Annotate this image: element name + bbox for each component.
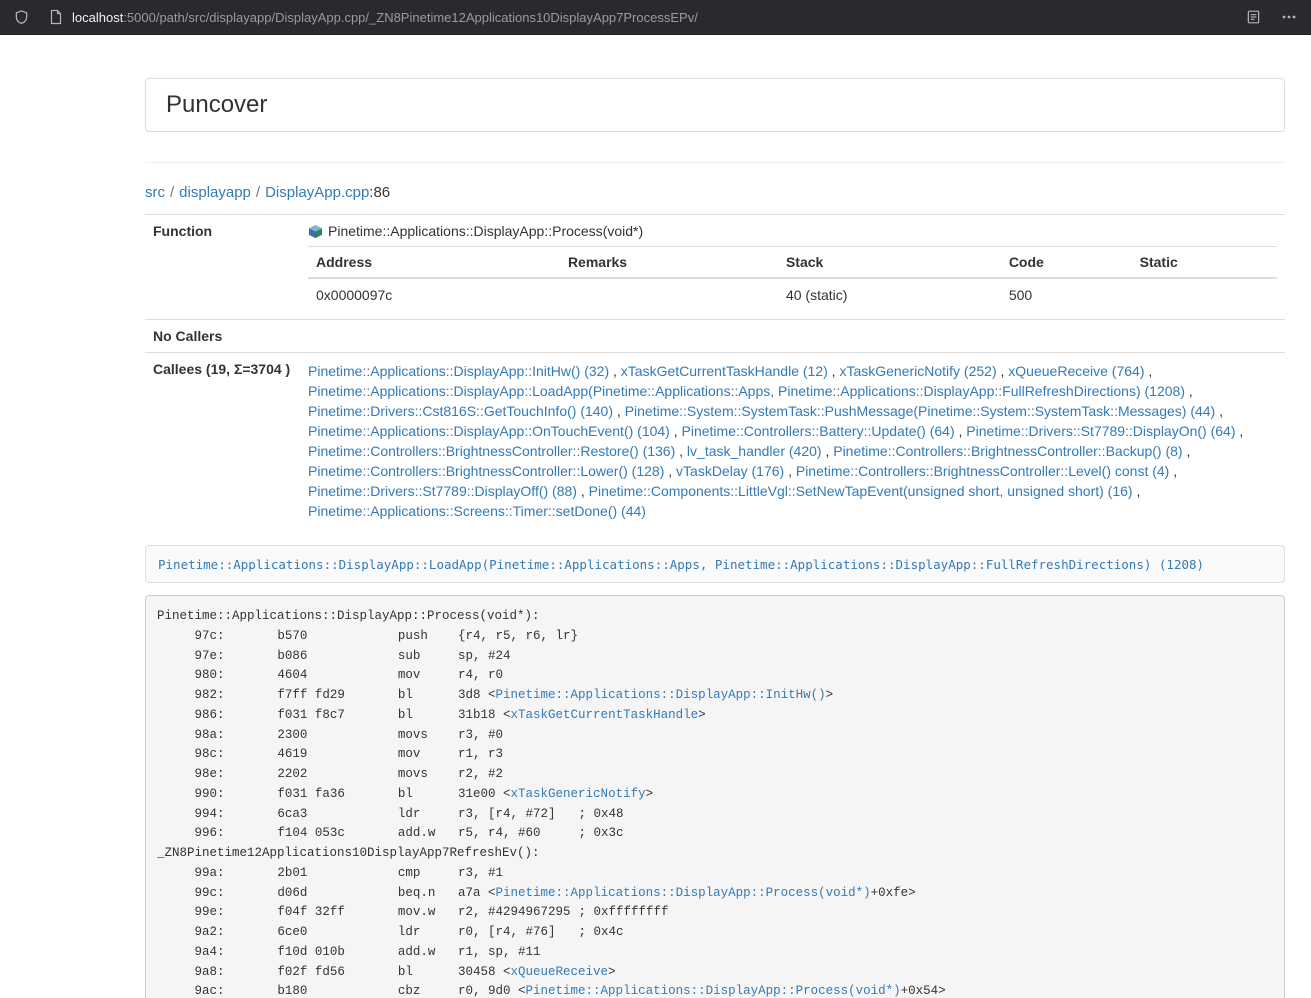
- callee-link[interactable]: Pinetime::Applications::Screens::Timer::…: [308, 503, 646, 519]
- col-remarks: Remarks: [560, 247, 778, 279]
- breadcrumb: src / displayapp / DisplayApp.cpp:86: [145, 184, 1285, 201]
- callee-separator: ,: [613, 403, 625, 419]
- col-code: Code: [1001, 247, 1132, 279]
- callee-link[interactable]: Pinetime::Drivers::St7789::DisplayOff() …: [308, 483, 577, 499]
- callee-link[interactable]: lv_task_handler (420): [687, 443, 822, 459]
- line-number: :86: [369, 184, 390, 201]
- table-row: 0x0000097c 40 (static) 500: [308, 278, 1277, 311]
- no-callers-row: No Callers: [145, 320, 1285, 353]
- callee-link[interactable]: Pinetime::Drivers::St7789::DisplayOn() (…: [966, 423, 1235, 439]
- disassembly-content: Pinetime::Applications::DisplayApp::Proc…: [157, 609, 946, 998]
- callee-separator: ,: [822, 443, 834, 459]
- function-row: Function Pinetime::Applications::Display…: [145, 215, 1285, 320]
- breadcrumb-separator: /: [256, 184, 260, 201]
- page-title: Puncover: [166, 91, 267, 118]
- callee-link[interactable]: vTaskDelay (176): [676, 463, 784, 479]
- callee-link[interactable]: xTaskGetCurrentTaskHandle (12): [621, 363, 828, 379]
- highlighted-callee-link[interactable]: Pinetime::Applications::DisplayApp::Load…: [158, 557, 1204, 572]
- callee-link[interactable]: Pinetime::Applications::DisplayApp::Init…: [308, 363, 609, 379]
- callees-label: Callees (19, Σ=3704 ): [145, 353, 300, 530]
- col-static: Static: [1132, 247, 1277, 279]
- callee-separator: ,: [675, 443, 687, 459]
- function-name: Pinetime::Applications::DisplayApp::Proc…: [328, 223, 643, 239]
- callee-link[interactable]: Pinetime::System::SystemTask::PushMessag…: [625, 403, 1216, 419]
- callee-link[interactable]: xQueueReceive (764): [1008, 363, 1144, 379]
- section-divider: [145, 162, 1285, 163]
- function-table: Function Pinetime::Applications::Display…: [145, 214, 1285, 529]
- callee-separator: ,: [1144, 363, 1152, 379]
- static-cell: [1132, 278, 1277, 311]
- stack-cell: 40 (static): [778, 278, 1001, 311]
- breadcrumb-link-src[interactable]: src: [145, 184, 165, 201]
- callee-separator: ,: [828, 363, 840, 379]
- code-cell: 500: [1001, 278, 1132, 311]
- disassembly-code-block: Pinetime::Applications::DisplayApp::Proc…: [145, 595, 1285, 998]
- callee-separator: ,: [664, 463, 676, 479]
- callee-link[interactable]: Pinetime::Drivers::Cst816S::GetTouchInfo…: [308, 403, 613, 419]
- callee-separator: ,: [997, 363, 1009, 379]
- details-header-row: Address Remarks Stack Code Static: [308, 247, 1277, 279]
- code-symbol-link[interactable]: xQueueReceive: [511, 965, 609, 979]
- callee-separator: ,: [1215, 403, 1223, 419]
- callee-separator: ,: [577, 483, 589, 499]
- callee-separator: ,: [1183, 443, 1191, 459]
- callees-list: Pinetime::Applications::DisplayApp::Init…: [300, 353, 1285, 530]
- code-symbol-link[interactable]: Pinetime::Applications::DisplayApp::Proc…: [496, 886, 871, 900]
- callee-separator: ,: [1236, 423, 1244, 439]
- callee-link[interactable]: Pinetime::Applications::DisplayApp::Load…: [308, 383, 1185, 399]
- col-address: Address: [308, 247, 560, 279]
- url-path: :5000/path/src/displayapp/DisplayApp.cpp…: [123, 10, 698, 25]
- breadcrumb-link-displayapp[interactable]: displayapp: [179, 184, 251, 201]
- callee-link[interactable]: Pinetime::Controllers::BrightnessControl…: [308, 443, 675, 459]
- url-bar[interactable]: localhost:5000/path/src/displayapp/Displ…: [49, 9, 1236, 25]
- callee-separator: ,: [1185, 383, 1193, 399]
- address-cell: 0x0000097c: [308, 278, 560, 311]
- page-title-panel: Puncover: [145, 78, 1285, 132]
- page-icon: [49, 9, 63, 25]
- function-icon: [308, 224, 323, 239]
- callees-row: Callees (19, Σ=3704 ) Pinetime::Applicat…: [145, 353, 1285, 530]
- callee-link[interactable]: Pinetime::Components::LittleVgl::SetNewT…: [589, 483, 1133, 499]
- callee-link[interactable]: Pinetime::Controllers::BrightnessControl…: [796, 463, 1169, 479]
- callee-separator: ,: [1133, 483, 1141, 499]
- callers-cell: [300, 320, 1285, 353]
- code-symbol-link[interactable]: xTaskGetCurrentTaskHandle: [511, 708, 699, 722]
- menu-ellipsis-icon[interactable]: [1281, 9, 1297, 25]
- code-symbol-link[interactable]: xTaskGenericNotify: [511, 787, 646, 801]
- code-symbol-link[interactable]: Pinetime::Applications::DisplayApp::Init…: [496, 688, 826, 702]
- shield-icon[interactable]: [14, 9, 29, 25]
- function-detail-cell: Pinetime::Applications::DisplayApp::Proc…: [300, 215, 1285, 320]
- no-callers-label: No Callers: [145, 320, 300, 353]
- callee-link[interactable]: Pinetime::Controllers::Battery::Update()…: [682, 423, 955, 439]
- callee-link[interactable]: Pinetime::Controllers::BrightnessControl…: [833, 443, 1182, 459]
- callee-link[interactable]: xTaskGenericNotify (252): [839, 363, 996, 379]
- breadcrumb-link-file[interactable]: DisplayApp.cpp: [265, 184, 369, 201]
- highlighted-callee-box: Pinetime::Applications::DisplayApp::Load…: [145, 545, 1285, 583]
- callee-separator: ,: [784, 463, 796, 479]
- callee-separator: ,: [955, 423, 967, 439]
- page-container: Puncover src / displayapp / DisplayApp.cpp:8…: [145, 78, 1285, 998]
- callee-separator: ,: [1169, 463, 1177, 479]
- browser-toolbar: localhost:5000/path/src/displayapp/Displ…: [0, 0, 1311, 35]
- remarks-cell: [560, 278, 778, 311]
- col-stack: Stack: [778, 247, 1001, 279]
- code-symbol-link[interactable]: Pinetime::Applications::DisplayApp::Proc…: [526, 984, 901, 998]
- function-label: Function: [145, 215, 300, 320]
- function-details-table: Address Remarks Stack Code Static 0x0000…: [308, 246, 1277, 311]
- callee-link[interactable]: Pinetime::Applications::DisplayApp::OnTo…: [308, 423, 670, 439]
- callee-separator: ,: [609, 363, 621, 379]
- breadcrumb-separator: /: [170, 184, 174, 201]
- url-host: localhost: [72, 10, 123, 25]
- callee-link[interactable]: Pinetime::Controllers::BrightnessControl…: [308, 463, 664, 479]
- callee-separator: ,: [670, 423, 682, 439]
- url-text[interactable]: localhost:5000/path/src/displayapp/Displ…: [72, 10, 698, 25]
- reader-view-icon[interactable]: [1246, 9, 1261, 25]
